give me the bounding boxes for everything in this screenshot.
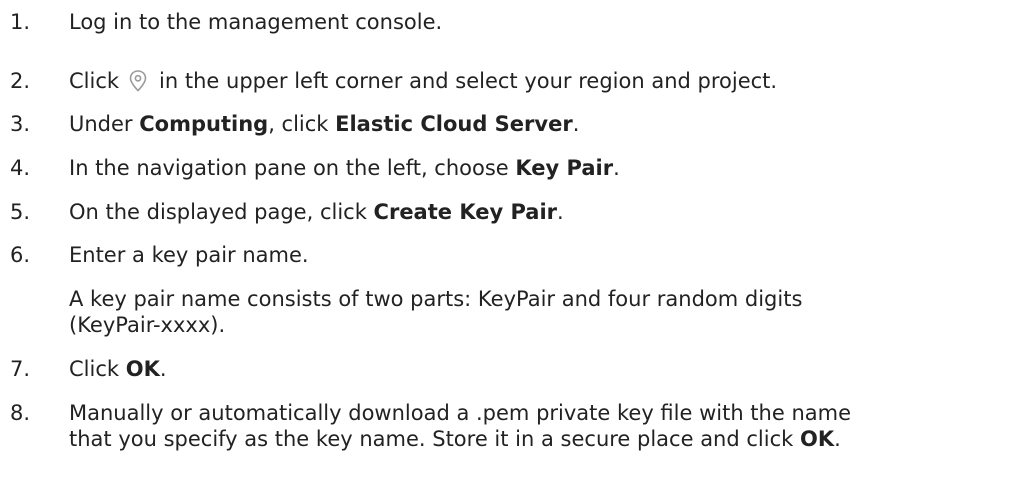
step-number: 4.: [10, 156, 31, 180]
step-number: 6.: [10, 243, 31, 267]
ok-term: OK: [125, 357, 160, 381]
computing-term: Computing: [139, 112, 269, 136]
create-key-pair-term: Create Key Pair: [373, 200, 558, 224]
key-pair-term: Key Pair: [515, 156, 614, 180]
step-text-post: .: [834, 427, 841, 451]
step-number: 8.: [10, 401, 31, 425]
step-text-pre: Click: [69, 69, 120, 93]
step-text-mid: , click: [268, 112, 336, 136]
step-text-post: in the upper left corner and select your…: [159, 69, 778, 93]
step-text-pre: In the navigation pane on the left, choo…: [69, 156, 516, 180]
step-note-line-1: A key pair name consists of two parts: K…: [69, 287, 803, 311]
step-number: 3.: [10, 112, 31, 136]
step-text-post: .: [572, 112, 580, 136]
step-number: 2.: [10, 69, 31, 93]
step-text-pre: Click: [69, 357, 126, 381]
step-text-pre: that you specify as the key name. Store …: [69, 427, 800, 451]
step-text-post: .: [557, 200, 564, 224]
step-text-pre: Under: [69, 112, 140, 136]
step-text: Click OK.: [69, 356, 167, 382]
step-text: On the displayed page, click Create Key …: [69, 199, 564, 225]
step-text: Click in the upper left corner and select…: [69, 68, 777, 94]
step-note-line-2: (KeyPair-xxxx).: [69, 313, 226, 337]
step-text-post: .: [159, 357, 167, 381]
step-text-line-2: that you specify as the key name. Store …: [69, 426, 841, 452]
step-text-post: .: [613, 156, 620, 180]
step-text: Log in to the management console.: [69, 10, 443, 34]
elastic-cloud-server-term: Elastic Cloud Server: [335, 112, 573, 136]
step-number: 7.: [10, 357, 31, 381]
step-text: Under Computing, click Elastic Cloud Ser…: [69, 111, 579, 137]
location-pin-icon: [125, 68, 151, 94]
step-text: Enter a key pair name.: [69, 243, 309, 267]
step-text-line-1: Manually or automatically download a .pe…: [69, 401, 852, 425]
step-number: 1.: [10, 10, 31, 34]
ok-term: OK: [799, 427, 835, 451]
step-text: In the navigation pane on the left, choo…: [69, 155, 620, 181]
step-text-pre: On the displayed page, click: [69, 200, 374, 224]
step-number: 5.: [10, 200, 31, 224]
